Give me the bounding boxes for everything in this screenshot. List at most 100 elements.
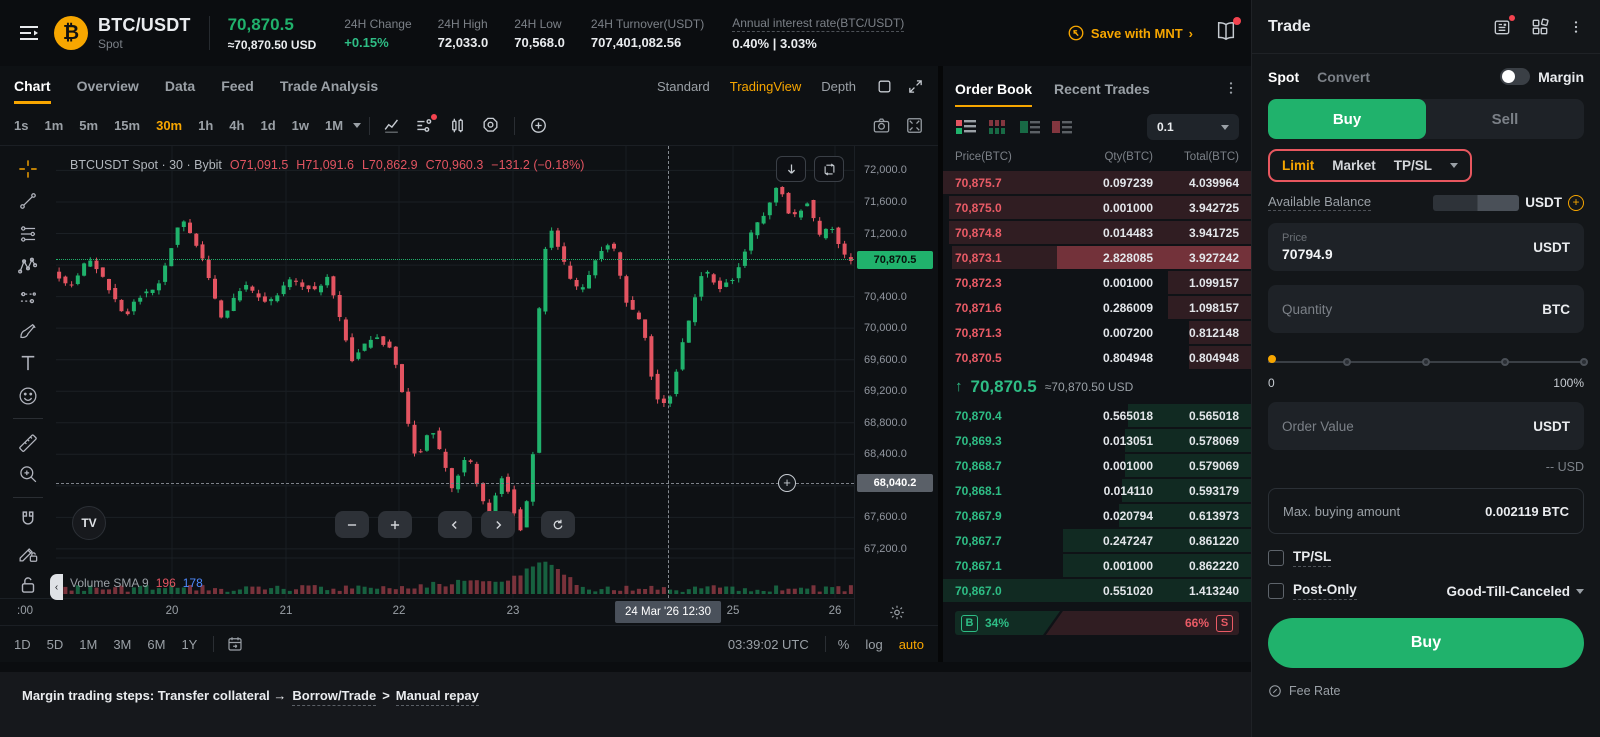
view-mode-tradingview[interactable]: TradingView bbox=[730, 79, 802, 94]
compare-icon[interactable] bbox=[448, 116, 467, 135]
view-asks-only-icon[interactable] bbox=[1051, 118, 1073, 136]
orderbook-bid-row[interactable]: 70,868.1 0.014110 0.593179 bbox=[943, 478, 1251, 503]
precision-select[interactable]: 0.1 bbox=[1147, 114, 1239, 140]
expand-icon[interactable] bbox=[907, 78, 924, 95]
orderbook-bid-row[interactable]: 70,870.4 0.565018 0.565018 bbox=[943, 403, 1251, 428]
timeframe-1s[interactable]: 1s bbox=[14, 118, 28, 133]
tab-feed[interactable]: Feed bbox=[221, 69, 254, 104]
buy-button[interactable]: Buy bbox=[1268, 618, 1584, 668]
timeframe-1m[interactable]: 1m bbox=[44, 118, 63, 133]
linechart-icon[interactable] bbox=[382, 116, 401, 135]
slider-stop-50[interactable] bbox=[1422, 358, 1430, 366]
sell-tab[interactable]: Sell bbox=[1426, 99, 1584, 139]
tool-text[interactable] bbox=[11, 350, 45, 375]
pluscircle-icon[interactable] bbox=[529, 116, 548, 135]
tool-zoomin[interactable] bbox=[11, 462, 45, 487]
borrow-trade-link[interactable]: Borrow/Trade bbox=[292, 688, 376, 706]
timeframe-30m[interactable]: 30m bbox=[156, 118, 182, 133]
orderbook-ask-row[interactable]: 70,874.8 0.014483 3.941725 bbox=[943, 220, 1251, 245]
orderbook-ask-row[interactable]: 70,872.3 0.001000 1.099157 bbox=[943, 270, 1251, 295]
orderbook-ask-row[interactable]: 70,870.5 0.804948 0.804948 bbox=[943, 345, 1251, 370]
timeframe-1d[interactable]: 1d bbox=[260, 118, 275, 133]
quantity-field[interactable]: Quantity BTC bbox=[1268, 285, 1584, 333]
view-depth-bars-icon[interactable] bbox=[987, 118, 1009, 136]
range-3m[interactable]: 3M bbox=[113, 637, 131, 652]
chevron-down-icon[interactable] bbox=[353, 123, 361, 128]
go-to-date-icon[interactable] bbox=[226, 635, 244, 653]
orderbook-bid-row[interactable]: 70,867.0 0.551020 1.413240 bbox=[943, 578, 1251, 603]
tab-chart[interactable]: Chart bbox=[14, 69, 51, 104]
margin-toggle[interactable] bbox=[1500, 68, 1530, 85]
volume-indicator-label[interactable]: Volume SMA 9 196 178 bbox=[70, 576, 203, 590]
timeframe-1w[interactable]: 1w bbox=[292, 118, 309, 133]
layout-grid-icon[interactable] bbox=[1530, 17, 1550, 37]
tool-ruler[interactable] bbox=[11, 429, 45, 454]
orderbook-bid-row[interactable]: 70,867.7 0.247247 0.861220 bbox=[943, 528, 1251, 553]
alert-price-line[interactable] bbox=[56, 483, 854, 484]
slider-stop-100[interactable] bbox=[1580, 358, 1588, 366]
available-balance-label[interactable]: Available Balance bbox=[1268, 194, 1371, 211]
kebab-menu-icon[interactable] bbox=[1568, 19, 1584, 35]
tab-order-book[interactable]: Order Book bbox=[955, 70, 1032, 107]
pan-left-button[interactable] bbox=[438, 511, 472, 538]
time-in-force-select[interactable]: Good-Till-Canceled bbox=[1446, 584, 1584, 599]
view-both-sides-icon[interactable] bbox=[955, 118, 977, 136]
view-mode-depth[interactable]: Depth bbox=[821, 79, 856, 94]
manual-repay-link[interactable]: Manual repay bbox=[396, 688, 479, 706]
tab-data[interactable]: Data bbox=[165, 69, 195, 104]
orderbook-bid-row[interactable]: 70,867.9 0.020794 0.613973 bbox=[943, 503, 1251, 528]
pan-right-button[interactable] bbox=[481, 511, 515, 538]
orderbook-guide-button[interactable] bbox=[1215, 20, 1237, 47]
order-type-limit[interactable]: Limit bbox=[1282, 158, 1314, 173]
collapse-panel-handle[interactable]: ‹ bbox=[50, 574, 63, 600]
camera-icon[interactable] bbox=[872, 116, 891, 135]
scale--[interactable]: % bbox=[838, 637, 850, 652]
reload-chart-button[interactable] bbox=[541, 511, 575, 538]
kebab-menu-icon[interactable] bbox=[1223, 80, 1239, 96]
orderbook-ask-row[interactable]: 70,873.1 2.828085 3.927242 bbox=[943, 245, 1251, 270]
orderbook-ask-row[interactable]: 70,875.7 0.097239 4.039964 bbox=[943, 170, 1251, 195]
timeframe-1h[interactable]: 1h bbox=[198, 118, 213, 133]
order-type-market[interactable]: Market bbox=[1332, 158, 1376, 173]
deposit-plus-icon[interactable]: + bbox=[1568, 195, 1584, 211]
tool-trend[interactable] bbox=[11, 188, 45, 213]
octagon-icon[interactable] bbox=[481, 116, 500, 135]
slider-stop-25[interactable] bbox=[1343, 358, 1351, 366]
range-5d[interactable]: 5D bbox=[47, 637, 64, 652]
save-with-mnt-button[interactable]: Save with MNT › bbox=[1067, 24, 1193, 42]
orderbook-bid-row[interactable]: 70,867.1 0.001000 0.862220 bbox=[943, 553, 1251, 578]
post-only-checkbox[interactable] bbox=[1268, 583, 1284, 599]
axis-settings-gear-icon[interactable] bbox=[888, 604, 905, 621]
chevron-down-icon[interactable] bbox=[1450, 163, 1458, 168]
fit-icon[interactable] bbox=[905, 116, 924, 135]
add-order-plus-icon[interactable]: + bbox=[778, 474, 796, 492]
orderbook-bid-row[interactable]: 70,869.3 0.013051 0.578069 bbox=[943, 428, 1251, 453]
scale-auto[interactable]: auto bbox=[899, 637, 924, 652]
orderbook-ask-row[interactable]: 70,871.3 0.007200 0.812148 bbox=[943, 320, 1251, 345]
tab-recent-trades[interactable]: Recent Trades bbox=[1054, 70, 1150, 107]
tpsl-checkbox[interactable] bbox=[1268, 550, 1284, 566]
tab-spot[interactable]: Spot bbox=[1268, 69, 1299, 85]
tab-convert[interactable]: Convert bbox=[1317, 69, 1370, 85]
fee-rate-row[interactable]: Fee Rate bbox=[1268, 684, 1584, 698]
zoom-out-button[interactable] bbox=[335, 511, 369, 538]
tool-emoji[interactable] bbox=[11, 383, 45, 408]
tradingview-logo[interactable]: TV bbox=[72, 506, 106, 540]
view-bids-only-icon[interactable] bbox=[1019, 118, 1041, 136]
scale-log[interactable]: log bbox=[865, 637, 882, 652]
interest-label[interactable]: Annual interest rate(BTC/USDT) bbox=[732, 16, 904, 32]
tab-overview[interactable]: Overview bbox=[77, 69, 139, 104]
range-1y[interactable]: 1Y bbox=[181, 637, 197, 652]
tool-fib[interactable] bbox=[11, 221, 45, 246]
plot-area[interactable]: BTCUSDT Spot · 30 · Bybit O71,091.5 H71,… bbox=[56, 146, 854, 598]
range-1d[interactable]: 1D bbox=[14, 637, 31, 652]
zoom-in-button[interactable] bbox=[378, 511, 412, 538]
indicators-icon[interactable] bbox=[415, 116, 434, 135]
range-1m[interactable]: 1M bbox=[79, 637, 97, 652]
timeframe-1m[interactable]: 1M bbox=[325, 118, 343, 133]
scroll-to-recent-button[interactable] bbox=[776, 156, 806, 182]
tool-lock[interactable] bbox=[11, 573, 45, 598]
tool-brush[interactable] bbox=[11, 318, 45, 343]
tool-crosshair[interactable] bbox=[11, 156, 45, 181]
timeframe-4h[interactable]: 4h bbox=[229, 118, 244, 133]
